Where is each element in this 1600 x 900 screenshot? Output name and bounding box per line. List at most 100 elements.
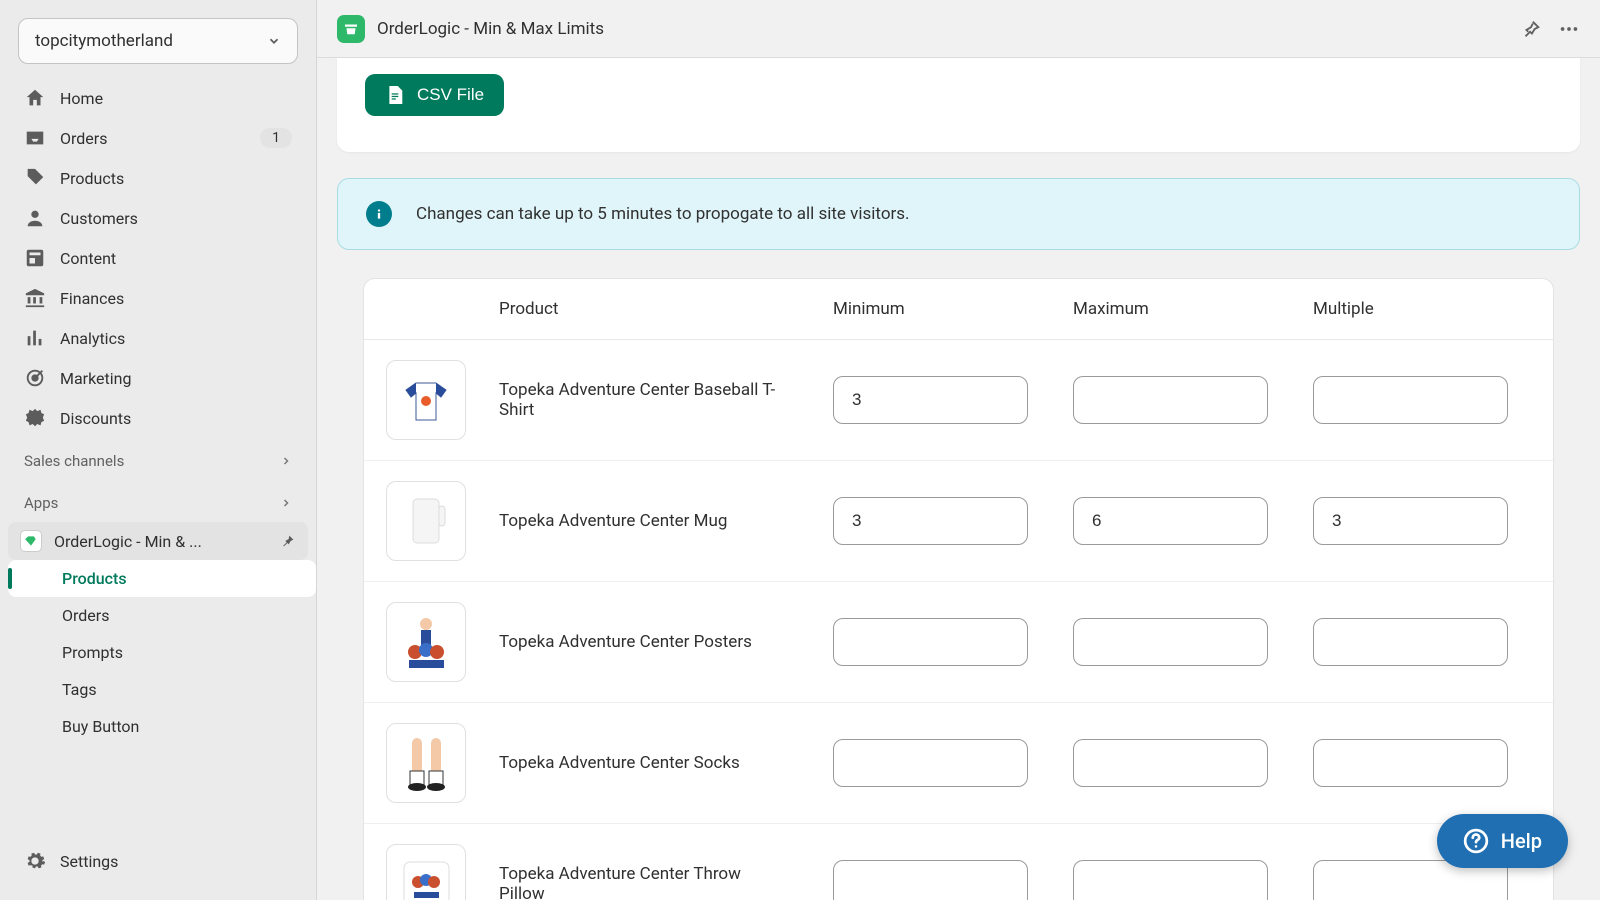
product-thumb [386, 723, 466, 803]
nav-home[interactable]: Home [8, 78, 308, 118]
multiple-input[interactable] [1313, 739, 1508, 787]
help-button[interactable]: Help [1437, 814, 1568, 868]
table-row: Topeka Adventure Center Socks [364, 703, 1553, 824]
minimum-input[interactable] [833, 618, 1028, 666]
maximum-input[interactable] [1073, 376, 1268, 424]
table-row: Topeka Adventure Center Posters [364, 582, 1553, 703]
app-mini-icon [20, 530, 42, 552]
nav-settings[interactable]: Settings [0, 840, 316, 882]
chevron-right-icon [280, 497, 292, 509]
page-title: OrderLogic - Min & Max Limits [377, 19, 1504, 39]
multiple-input[interactable] [1313, 618, 1508, 666]
th-multiple: Multiple [1313, 299, 1553, 319]
nav-label: Customers [60, 209, 292, 228]
chevron-down-icon [267, 34, 281, 48]
chevron-right-icon [280, 455, 292, 467]
more-icon[interactable] [1558, 18, 1580, 40]
nav-label: Orders [60, 129, 260, 148]
sub-orders[interactable]: Orders [8, 597, 316, 634]
th-product: Product [499, 299, 833, 319]
minimum-input[interactable] [833, 497, 1028, 545]
nav-label: Analytics [60, 329, 292, 348]
product-name: Topeka Adventure Center Posters [499, 632, 809, 652]
content: CSV File Changes can take up to 5 minute… [317, 58, 1600, 900]
main-area: OrderLogic - Min & Max Limits CSV File C… [317, 0, 1600, 900]
minimum-input[interactable] [833, 376, 1028, 424]
nav-label: Discounts [60, 409, 292, 428]
sub-tags[interactable]: Tags [8, 671, 316, 708]
product-thumb [386, 360, 466, 440]
sidebar: topcitymotherland Home Orders 1 Products… [0, 0, 317, 900]
banner-message: Changes can take up to 5 minutes to prop… [416, 204, 910, 224]
multiple-input[interactable] [1313, 376, 1508, 424]
question-icon [1463, 828, 1489, 854]
pin-icon[interactable] [280, 533, 296, 549]
primary-nav: Home Orders 1 Products Customers Content… [0, 78, 316, 438]
heading-label: Apps [24, 494, 58, 512]
nav-products[interactable]: Products [8, 158, 308, 198]
inbox-icon [24, 127, 46, 149]
nav-customers[interactable]: Customers [8, 198, 308, 238]
apps-heading[interactable]: Apps [0, 480, 316, 522]
gear-icon [24, 850, 46, 872]
sub-products[interactable]: Products [8, 560, 316, 597]
orders-badge: 1 [260, 128, 292, 148]
product-name: Topeka Adventure Center Socks [499, 753, 809, 773]
product-thumb [386, 602, 466, 682]
maximum-input[interactable] [1073, 739, 1268, 787]
table-row: Topeka Adventure Center Mug [364, 461, 1553, 582]
bank-icon [24, 287, 46, 309]
products-table: Product Minimum Maximum Multiple Topeka … [363, 278, 1554, 900]
store-selector[interactable]: topcitymotherland [18, 18, 298, 64]
help-label: Help [1501, 829, 1542, 853]
nav-analytics[interactable]: Analytics [8, 318, 308, 358]
app-badge-icon [337, 15, 365, 43]
nav-finances[interactable]: Finances [8, 278, 308, 318]
nav-marketing[interactable]: Marketing [8, 358, 308, 398]
person-icon [24, 207, 46, 229]
nav-label: Finances [60, 289, 292, 308]
nav-orders[interactable]: Orders 1 [8, 118, 308, 158]
nav-label: Products [60, 169, 292, 188]
maximum-input[interactable] [1073, 618, 1268, 666]
product-name: Topeka Adventure Center Baseball T-Shirt [499, 380, 809, 420]
heading-label: Sales channels [24, 452, 124, 470]
minimum-input[interactable] [833, 860, 1028, 900]
table-row: Topeka Adventure Center Throw Pillow [364, 824, 1553, 900]
csv-file-button[interactable]: CSV File [365, 74, 504, 116]
product-thumb [386, 481, 466, 561]
th-minimum: Minimum [833, 299, 1073, 319]
table-row: Topeka Adventure Center Baseball T-Shirt [364, 340, 1553, 461]
pin-icon[interactable] [1520, 18, 1542, 40]
app-entry-orderlogic[interactable]: OrderLogic - Min & ... [8, 522, 308, 560]
csv-label: CSV File [417, 85, 484, 105]
sales-channels-heading[interactable]: Sales channels [0, 438, 316, 480]
tag-icon [24, 167, 46, 189]
sub-buy-button[interactable]: Buy Button [8, 708, 316, 745]
topbar: OrderLogic - Min & Max Limits [317, 0, 1600, 58]
home-icon [24, 87, 46, 109]
multiple-input[interactable] [1313, 497, 1508, 545]
target-icon [24, 367, 46, 389]
info-banner: Changes can take up to 5 minutes to prop… [337, 178, 1580, 250]
store-name: topcitymotherland [35, 31, 173, 51]
csv-card: CSV File [337, 58, 1580, 152]
nav-discounts[interactable]: Discounts [8, 398, 308, 438]
sub-prompts[interactable]: Prompts [8, 634, 316, 671]
nav-label: Content [60, 249, 292, 268]
product-name: Topeka Adventure Center Throw Pillow [499, 864, 809, 900]
discount-icon [24, 407, 46, 429]
minimum-input[interactable] [833, 739, 1028, 787]
product-thumb [386, 844, 466, 900]
app-name: OrderLogic - Min & ... [54, 532, 272, 551]
app-sub-nav: Products Orders Prompts Tags Buy Button [8, 560, 316, 745]
table-header: Product Minimum Maximum Multiple [364, 279, 1553, 340]
bars-icon [24, 327, 46, 349]
nav-label: Marketing [60, 369, 292, 388]
info-icon [366, 201, 392, 227]
maximum-input[interactable] [1073, 497, 1268, 545]
maximum-input[interactable] [1073, 860, 1268, 900]
nav-content[interactable]: Content [8, 238, 308, 278]
nav-label: Home [60, 89, 292, 108]
file-icon [385, 84, 405, 106]
